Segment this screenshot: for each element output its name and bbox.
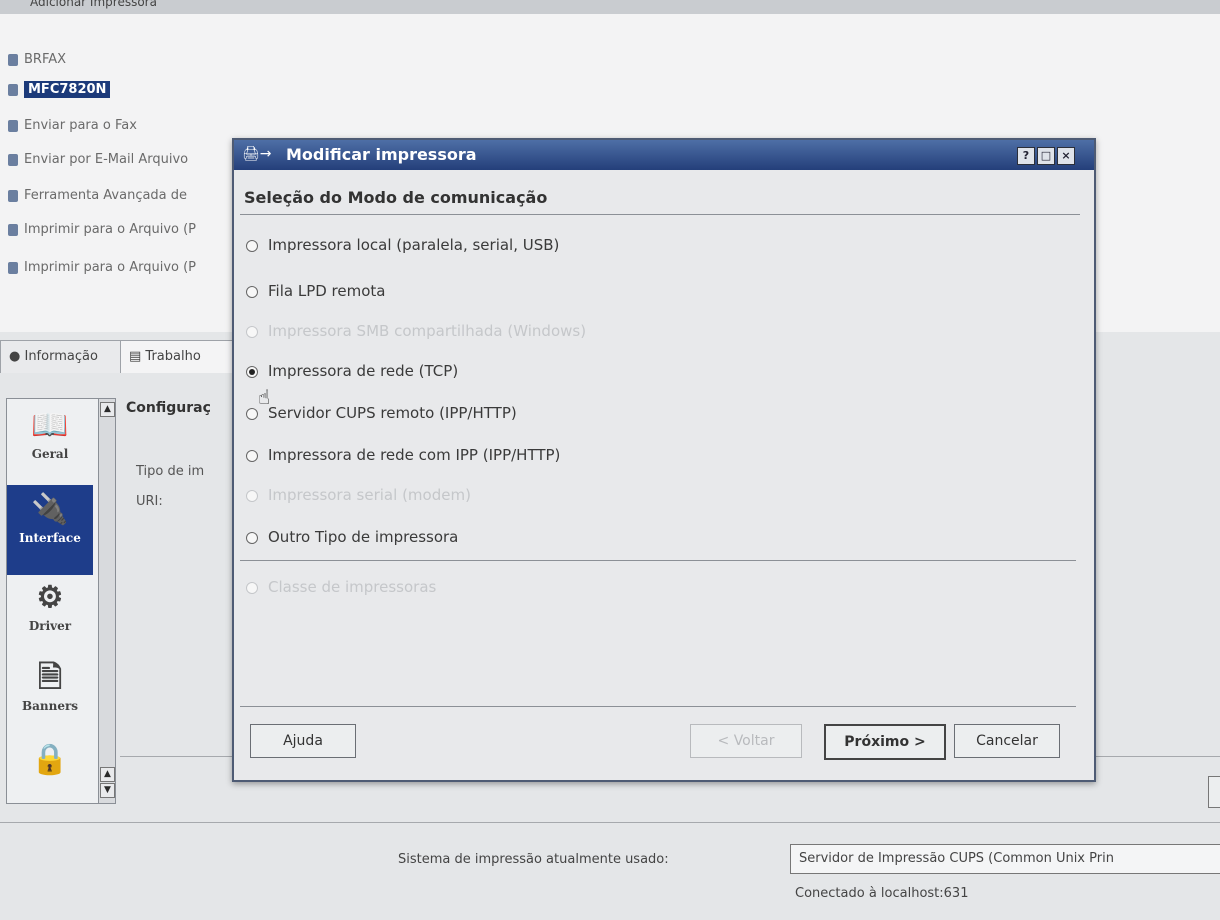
- main-toolbar: Adicionar Impressora: [0, 0, 1220, 14]
- gear-icon: ⚙: [36, 580, 64, 615]
- option-lpd-queue[interactable]: Fila LPD remota: [246, 282, 385, 300]
- connection-status: Conectado à localhost:631: [795, 886, 969, 901]
- printer-label: BRFAX: [24, 52, 67, 67]
- maximize-icon[interactable]: □: [1037, 147, 1055, 165]
- scroll-up-icon[interactable]: ▲: [100, 402, 115, 417]
- option-smb-printer: Impressora SMB compartilhada (Windows): [246, 322, 586, 340]
- radio-button: [246, 489, 258, 502]
- document-icon: 🗎: [37, 660, 63, 695]
- back-button[interactable]: < Voltar: [690, 724, 802, 758]
- sidebar-item-driver[interactable]: ⚙ Driver: [7, 581, 93, 649]
- radio-button-checked[interactable]: [246, 365, 258, 378]
- radio-button[interactable]: [246, 449, 258, 462]
- partial-button[interactable]: [1208, 776, 1220, 808]
- printer-item[interactable]: Imprimir para o Arquivo (P: [8, 222, 196, 237]
- printer-icon: [8, 53, 18, 66]
- printer-item[interactable]: Enviar para o Fax: [8, 118, 137, 133]
- radio-button: [246, 325, 258, 338]
- printer-item[interactable]: Ferramenta Avançada de: [8, 188, 187, 203]
- radio-button[interactable]: [246, 239, 258, 252]
- printer-item[interactable]: MFC7820N: [8, 81, 111, 98]
- sidebar-item-banners[interactable]: 🗎 Banners: [7, 661, 93, 733]
- lock-icon: 🔒: [31, 742, 69, 777]
- info-icon: ●: [9, 349, 25, 364]
- printer-label: Imprimir para o Arquivo (P: [24, 222, 197, 237]
- option-printer-class: Classe de impressoras: [246, 578, 436, 596]
- option-serial-modem: Impressora serial (modem): [246, 486, 471, 504]
- help-button[interactable]: Ajuda: [250, 724, 356, 758]
- scroll-up-icon[interactable]: ▲: [100, 767, 115, 782]
- sidebar-scrollbar[interactable]: ▲ ▲ ▼: [98, 399, 115, 803]
- printer-item[interactable]: Enviar por E-Mail Arquivo: [8, 152, 188, 167]
- property-sidebar: 📖 Geral 🔌 Interface ⚙ Driver 🗎 Banners 🔒…: [6, 398, 116, 804]
- sidebar-item-geral[interactable]: 📖 Geral: [7, 409, 93, 481]
- printer-icon: [8, 261, 18, 274]
- modify-printer-dialog: 🖨→ Modificar impressora ? □ × Seleção do…: [232, 138, 1096, 782]
- printer-icon: [8, 223, 18, 236]
- printer-type-label: Tipo de im: [136, 464, 205, 479]
- divider: [240, 214, 1080, 215]
- option-remote-cups[interactable]: Servidor CUPS remoto (IPP/HTTP): [246, 404, 517, 422]
- dialog-titlebar[interactable]: 🖨→ Modificar impressora ? □ ×: [234, 140, 1094, 170]
- uri-label: URI:: [136, 494, 163, 509]
- radio-button[interactable]: [246, 531, 258, 544]
- config-title: Configuraç: [126, 400, 211, 416]
- tab-information[interactable]: ● Informação: [0, 340, 130, 373]
- hand-cursor-icon: ☝: [258, 385, 271, 409]
- printer-item[interactable]: BRFAX: [8, 52, 66, 67]
- print-system-label: Sistema de impressão atualmente usado:: [398, 852, 669, 867]
- book-icon: 📖: [31, 408, 69, 443]
- printer-label: Ferramenta Avançada de: [24, 188, 188, 203]
- scroll-down-icon[interactable]: ▼: [100, 783, 115, 798]
- print-system-select[interactable]: Servidor de Impressão CUPS (Common Unix …: [790, 844, 1220, 874]
- next-button[interactable]: Próximo >: [824, 724, 946, 760]
- close-icon[interactable]: ×: [1057, 147, 1075, 165]
- option-network-tcp[interactable]: Impressora de rede (TCP): [246, 362, 458, 380]
- toolbar-text[interactable]: Adicionar Impressora: [30, 0, 157, 9]
- printer-label: Enviar por E-Mail Arquivo: [24, 152, 189, 167]
- printer-label: MFC7820N: [24, 81, 111, 98]
- printer-item[interactable]: Imprimir para o Arquivo (P: [8, 260, 196, 275]
- printer-label: Imprimir para o Arquivo (P: [24, 260, 197, 275]
- plug-icon: 🔌: [31, 492, 69, 527]
- dialog-heading: Seleção do Modo de comunicação: [244, 188, 548, 207]
- option-network-ipp[interactable]: Impressora de rede com IPP (IPP/HTTP): [246, 446, 560, 464]
- printer-icon: [8, 83, 18, 96]
- printer-wizard-icon: 🖨→: [242, 146, 272, 162]
- printer-label: Enviar para o Fax: [24, 118, 137, 133]
- radio-button[interactable]: [246, 285, 258, 298]
- divider: [240, 560, 1076, 561]
- printer-icon: [8, 119, 18, 132]
- printer-icon: [8, 153, 18, 166]
- radio-button[interactable]: [246, 407, 258, 420]
- sidebar-item-interface[interactable]: 🔌 Interface: [7, 485, 93, 575]
- divider: [0, 822, 1220, 823]
- divider: [240, 706, 1076, 707]
- option-local-printer[interactable]: Impressora local (paralela, serial, USB): [246, 236, 559, 254]
- printer-icon: [8, 189, 18, 202]
- option-other-type[interactable]: Outro Tipo de impressora: [246, 528, 458, 546]
- radio-button: [246, 581, 258, 594]
- dialog-title: Modificar impressora: [286, 145, 477, 164]
- jobs-icon: ▤: [129, 349, 146, 364]
- sidebar-item-security[interactable]: 🔒: [7, 743, 93, 793]
- cancel-button[interactable]: Cancelar: [954, 724, 1060, 758]
- tab-jobs[interactable]: ▤ Trabalho: [120, 340, 248, 373]
- help-icon[interactable]: ?: [1017, 147, 1035, 165]
